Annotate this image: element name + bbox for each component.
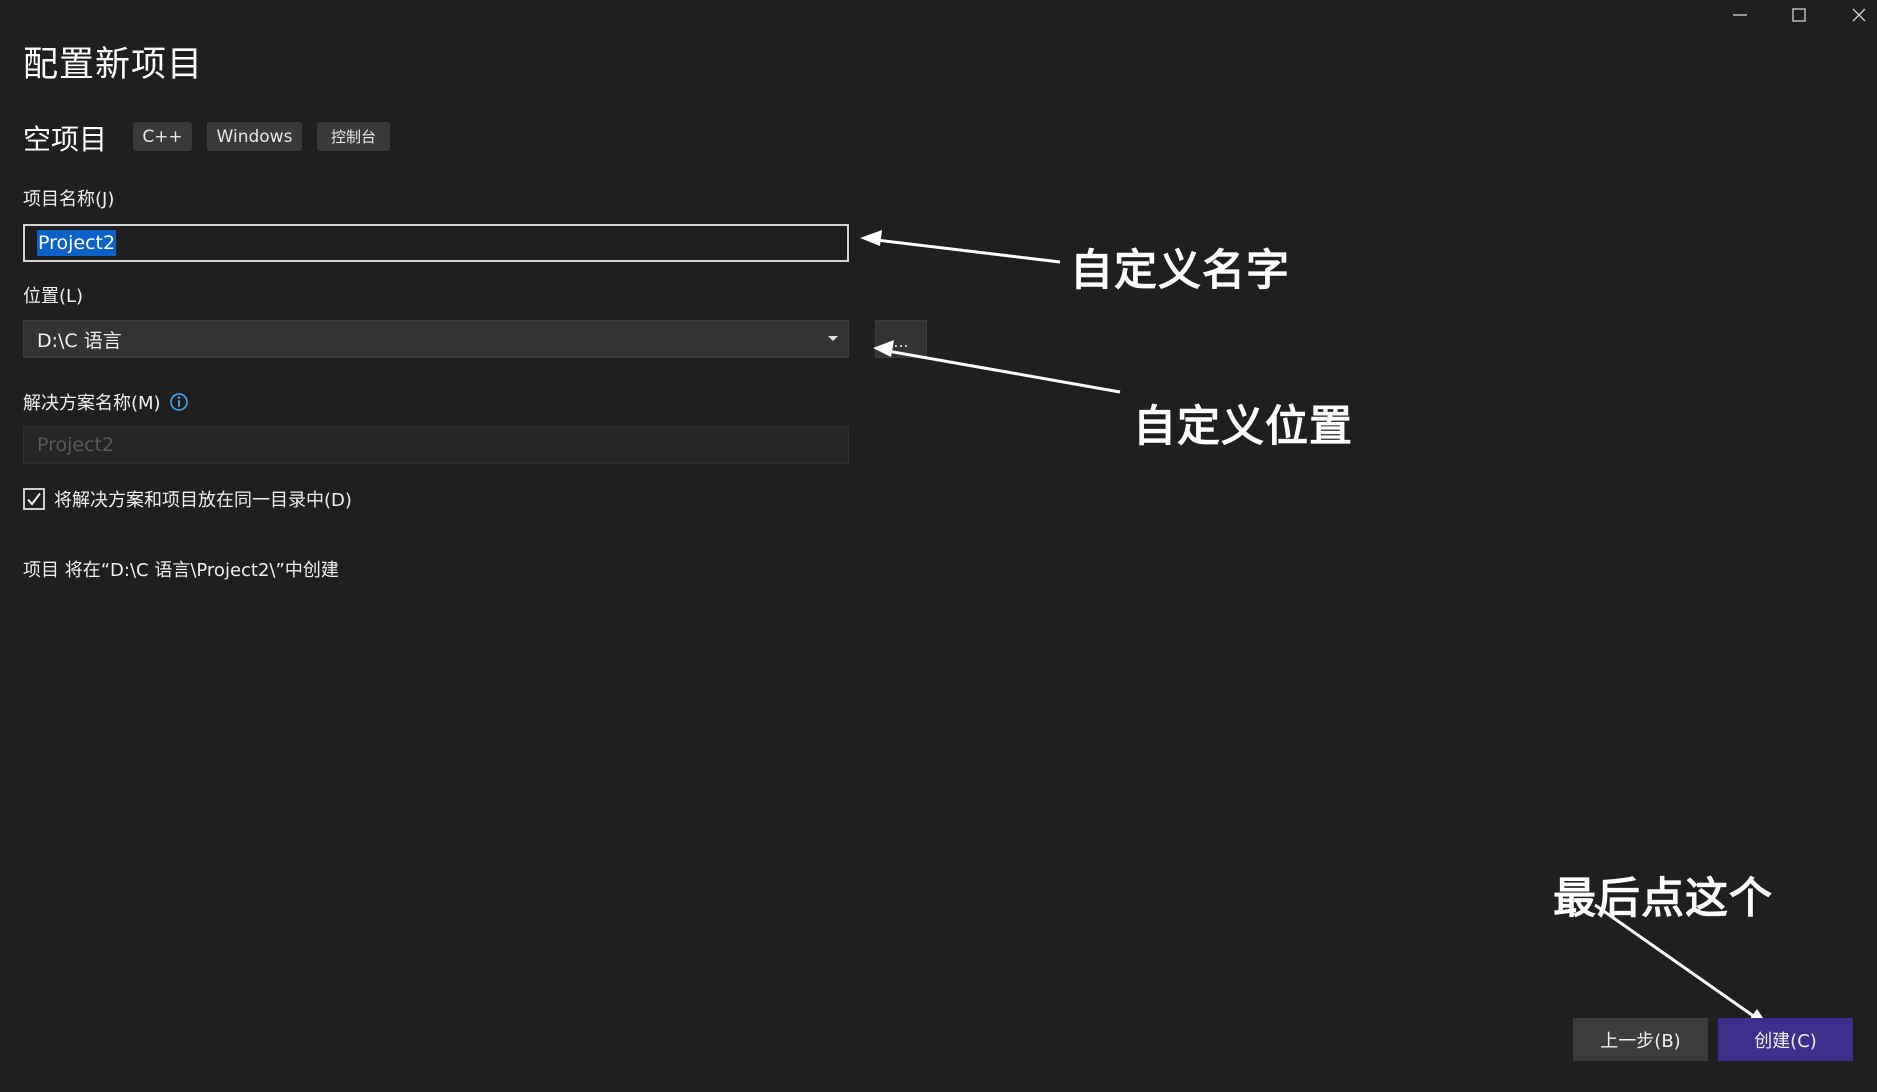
same-dir-checkbox[interactable] <box>23 488 45 510</box>
solution-name-placeholder: Project2 <box>37 434 115 456</box>
maximize-button[interactable] <box>1769 0 1829 30</box>
close-icon <box>1852 8 1866 22</box>
create-path-info: 项目 将在“D:\C 语言\Project2\”中创建 <box>23 560 339 581</box>
tag-console: 控制台 <box>317 122 390 151</box>
same-dir-option[interactable]: 将解决方案和项目放在同一目录中(D) <box>23 486 352 512</box>
project-name-label: 项目名称(J) <box>23 189 115 210</box>
solution-name-input: Project2 <box>23 426 849 464</box>
location-label: 位置(L) <box>23 286 84 307</box>
annotation-location: 自定义位置 <box>1133 402 1353 452</box>
solution-name-label: 解决方案名称(M) <box>23 393 161 414</box>
close-button[interactable] <box>1829 0 1877 30</box>
back-button[interactable]: 上一步(B) <box>1573 1018 1708 1061</box>
same-dir-label: 将解决方案和项目放在同一目录中(D) <box>54 490 352 511</box>
location-select[interactable]: D:\C 语言 <box>23 320 849 358</box>
project-name-input[interactable]: Project2 <box>23 224 849 262</box>
tag-windows: Windows <box>207 122 302 151</box>
annotation-create: 最后点这个 <box>1553 874 1773 924</box>
checkmark-icon <box>27 492 41 506</box>
solution-name-label-row: 解决方案名称(M) <box>23 389 189 415</box>
annotation-arrows <box>860 230 1770 1028</box>
configure-project-window: 配置新项目 空项目 C++ Windows 控制台 项目名称(J) Projec… <box>0 0 1877 1092</box>
minimize-icon <box>1733 14 1747 16</box>
maximize-icon <box>1792 8 1806 22</box>
chevron-down-icon <box>828 336 838 341</box>
page-title: 配置新项目 <box>23 45 204 85</box>
location-value: D:\C 语言 <box>37 329 122 352</box>
info-icon[interactable] <box>169 392 189 412</box>
minimize-button[interactable] <box>1710 0 1770 30</box>
create-button[interactable]: 创建(C) <box>1718 1018 1853 1061</box>
template-name: 空项目 <box>23 123 108 156</box>
annotation-name: 自定义名字 <box>1070 246 1290 296</box>
project-name-value: Project2 <box>37 230 117 256</box>
browse-button[interactable]: ... <box>875 320 927 358</box>
arrow-to-name-field <box>860 230 1061 264</box>
tag-cpp: C++ <box>133 122 192 151</box>
